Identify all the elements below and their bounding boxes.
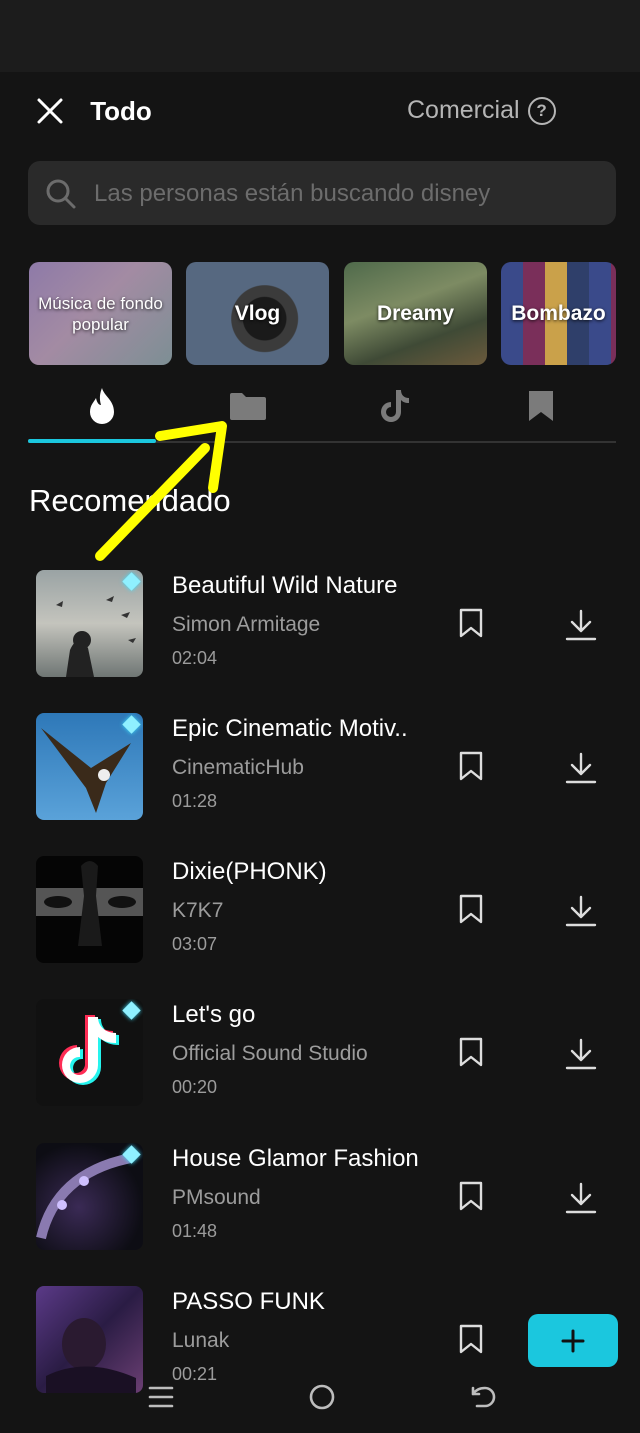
track-title: PASSO FUNK	[172, 1288, 325, 1315]
commercial-tab[interactable]: Comercial ?	[407, 96, 556, 125]
fire-icon	[90, 388, 114, 424]
folder-icon	[230, 393, 266, 420]
download-icon	[565, 1038, 597, 1070]
track-cover	[36, 999, 143, 1106]
bookmark-icon	[459, 894, 483, 924]
track-title: House Glamor Fashion	[172, 1145, 419, 1172]
download-icon	[565, 752, 597, 784]
category-label: Dreamy	[376, 301, 455, 325]
back-button[interactable]	[461, 1377, 505, 1417]
tab-folder[interactable]	[175, 384, 321, 428]
search-icon	[46, 179, 76, 209]
navigation-bar	[0, 1377, 640, 1419]
track-duration: 01:48	[172, 1221, 218, 1241]
download-button[interactable]	[561, 1179, 601, 1217]
tiktok-icon	[381, 390, 409, 422]
category-label: Bombazo	[511, 301, 606, 325]
back-icon	[471, 1386, 496, 1408]
download-button[interactable]	[561, 606, 601, 644]
category-label: Música de fondo popular	[38, 293, 163, 334]
download-button[interactable]	[561, 1035, 601, 1073]
bookmark-button[interactable]	[454, 1322, 488, 1356]
track-title: Beautiful Wild Nature	[172, 572, 398, 599]
status-bar	[0, 0, 640, 72]
download-icon	[565, 609, 597, 641]
track-artist: Simon Armitage	[172, 613, 321, 636]
section-title: Recomendado	[29, 483, 231, 518]
track-duration: 01:28	[172, 791, 218, 811]
category-label: Vlog	[234, 301, 281, 325]
download-button[interactable]	[561, 749, 601, 787]
home-button[interactable]	[300, 1377, 344, 1417]
bookmark-button[interactable]	[454, 606, 488, 640]
track-artist: Official Sound Studio	[172, 1042, 368, 1065]
track-artist: Lunak	[172, 1329, 230, 1352]
menu-icon	[148, 1386, 174, 1408]
track-cover	[36, 713, 143, 820]
track-cover	[36, 570, 143, 677]
track-title: Dixie(PHONK)	[172, 858, 327, 885]
bookmark-icon	[459, 608, 483, 638]
tab-trending[interactable]	[29, 384, 175, 428]
recent-apps-button[interactable]	[139, 1377, 183, 1417]
track-title: Let's go	[172, 1001, 256, 1028]
commercial-label: Comercial	[407, 96, 520, 124]
track-duration: 02:04	[172, 648, 218, 668]
bookmark-button[interactable]	[454, 892, 488, 926]
track-duration: 00:20	[172, 1077, 218, 1097]
bookmark-icon	[459, 1324, 483, 1354]
category-vlog[interactable]: Vlog	[186, 262, 329, 365]
tab-tiktok[interactable]	[322, 384, 468, 428]
download-button[interactable]	[561, 892, 601, 930]
track-artist: PMsound	[172, 1186, 261, 1209]
bookmark-icon	[459, 1037, 483, 1067]
track-item[interactable]: Let's go Official Sound Studio 00:20	[0, 999, 640, 1129]
track-item[interactable]: Beautiful Wild Nature Simon Armitage 02:…	[0, 570, 640, 700]
help-icon[interactable]: ?	[527, 96, 556, 125]
add-button[interactable]	[528, 1314, 618, 1367]
tab-saved[interactable]	[468, 384, 614, 428]
category-dreamy[interactable]: Dreamy	[344, 262, 487, 365]
track-item[interactable]: Epic Cinematic Motiv.. CinematicHub 01:2…	[0, 713, 640, 843]
search-bar[interactable]	[28, 161, 616, 227]
download-icon	[565, 895, 597, 927]
track-item[interactable]: House Glamor Fashion PMsound 01:48	[0, 1143, 640, 1273]
track-title: Epic Cinematic Motiv..	[172, 715, 408, 742]
search-input[interactable]	[92, 161, 606, 227]
download-icon	[565, 1182, 597, 1214]
bookmark-button[interactable]	[454, 1035, 488, 1069]
home-icon	[309, 1384, 335, 1410]
category-popular-background[interactable]: Música de fondo popular	[29, 262, 172, 365]
category-bombazo[interactable]: Bombazo	[501, 262, 616, 365]
plus-icon	[561, 1329, 585, 1352]
bookmark-icon	[459, 1181, 483, 1211]
track-artist: K7K7	[172, 899, 224, 922]
track-cover	[36, 856, 143, 963]
track-artist: CinematicHub	[172, 756, 304, 779]
track-duration: 03:07	[172, 934, 218, 954]
bookmark-icon	[459, 751, 483, 781]
bookmark-icon	[529, 391, 553, 421]
bookmark-button[interactable]	[454, 749, 488, 783]
active-tab-indicator	[28, 439, 156, 443]
bookmark-button[interactable]	[454, 1179, 488, 1213]
track-cover	[36, 1143, 143, 1250]
page-title: Todo	[90, 96, 152, 126]
track-item[interactable]: Dixie(PHONK) K7K7 03:07	[0, 856, 640, 986]
